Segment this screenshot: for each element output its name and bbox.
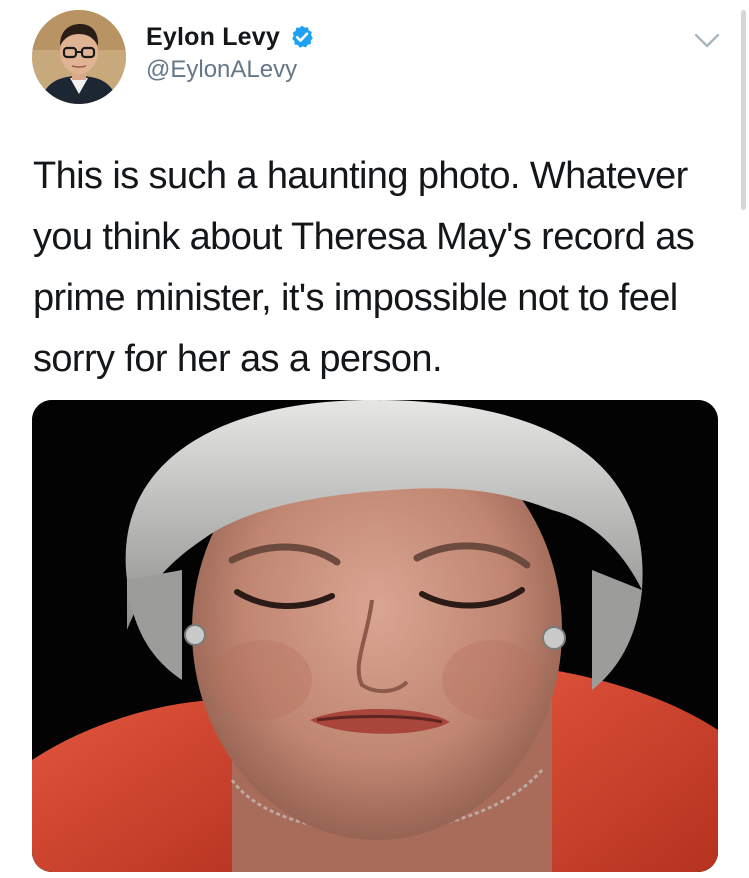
- author-display-name[interactable]: Eylon Levy: [146, 23, 280, 52]
- photo-crying-woman: [32, 400, 718, 872]
- tweet-photo[interactable]: [32, 400, 718, 872]
- tweet-card: Eylon Levy @EylonALevy This is such a ha…: [0, 0, 749, 878]
- tweet-text: This is such a haunting photo. Whatever …: [33, 155, 695, 380]
- avatar-image: [32, 10, 126, 104]
- chevron-down-icon[interactable]: [694, 30, 720, 50]
- author-avatar[interactable]: [32, 10, 126, 104]
- scrollbar[interactable]: [741, 10, 746, 210]
- verified-badge-icon: [292, 25, 313, 48]
- author-handle[interactable]: @EylonALevy: [146, 56, 297, 84]
- author-name-row[interactable]: Eylon Levy: [146, 20, 315, 54]
